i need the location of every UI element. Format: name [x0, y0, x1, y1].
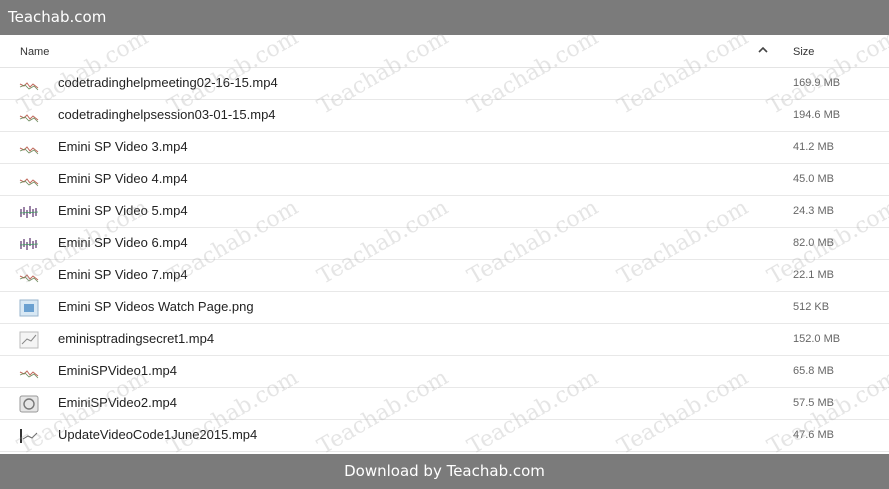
video-thumbnail-icon: [19, 427, 39, 445]
name-column-header[interactable]: Name: [20, 46, 49, 58]
video-thumbnail-icon: [19, 395, 39, 413]
file-row[interactable]: EminiSPVideo1.mp4 65.8 MB: [0, 356, 889, 388]
file-name[interactable]: Emini SP Video 4.mp4: [58, 171, 188, 186]
file-row[interactable]: Emini SP Videos Watch Page.png 512 KB: [0, 292, 889, 324]
file-name[interactable]: UpdateVideoCode1June2015.mp4: [58, 427, 257, 442]
file-list: codetradinghelpmeeting02-16-15.mp4 169.9 …: [0, 68, 889, 452]
image-file-icon: [19, 299, 39, 317]
file-size: 194.6 MB: [793, 109, 841, 121]
file-size: 65.8 MB: [793, 365, 834, 377]
size-column-header[interactable]: Size: [793, 46, 814, 58]
footer-bar: Download by Teachab.com: [0, 454, 889, 489]
file-name[interactable]: codetradinghelpsession03-01-15.mp4: [58, 107, 276, 122]
file-row[interactable]: EminiSPVideo2.mp4 57.5 MB: [0, 388, 889, 420]
sort-ascending-icon[interactable]: [758, 43, 768, 57]
file-row[interactable]: codetradinghelpmeeting02-16-15.mp4 169.9 …: [0, 68, 889, 100]
file-size: 57.5 MB: [793, 397, 834, 409]
video-thumbnail-icon: [19, 235, 39, 253]
file-name[interactable]: EminiSPVideo2.mp4: [58, 395, 177, 410]
video-thumbnail-icon: [19, 267, 39, 285]
title-bar: Teachab.com: [0, 0, 889, 35]
file-row[interactable]: codetradinghelpsession03-01-15.mp4 194.6 …: [0, 100, 889, 132]
file-size: 45.0 MB: [793, 173, 834, 185]
video-thumbnail-icon: [19, 331, 39, 349]
column-header: Name Size: [0, 35, 889, 68]
file-row[interactable]: UpdateVideoCode1June2015.mp4 47.6 MB: [0, 420, 889, 452]
file-size: 47.6 MB: [793, 429, 834, 441]
file-size: 22.1 MB: [793, 269, 834, 281]
video-thumbnail-icon: [19, 139, 39, 157]
file-name[interactable]: Emini SP Video 6.mp4: [58, 235, 188, 250]
video-thumbnail-icon: [19, 75, 39, 93]
file-name[interactable]: Emini SP Video 3.mp4: [58, 139, 188, 154]
file-size: 41.2 MB: [793, 141, 834, 153]
file-name[interactable]: codetradinghelpmeeting02-16-15.mp4: [58, 75, 278, 90]
video-thumbnail-icon: [19, 203, 39, 221]
file-size: 24.3 MB: [793, 205, 834, 217]
file-row[interactable]: eminisptradingsecret1.mp4 152.0 MB: [0, 324, 889, 356]
app-title: Teachab.com: [8, 8, 107, 26]
file-size: 82.0 MB: [793, 237, 834, 249]
video-thumbnail-icon: [19, 171, 39, 189]
file-name[interactable]: Emini SP Videos Watch Page.png: [58, 299, 254, 314]
file-row[interactable]: Emini SP Video 5.mp4 24.3 MB: [0, 196, 889, 228]
file-row[interactable]: Emini SP Video 3.mp4 41.2 MB: [0, 132, 889, 164]
file-name[interactable]: Emini SP Video 7.mp4: [58, 267, 188, 282]
file-size: 512 KB: [793, 301, 830, 313]
file-row[interactable]: Emini SP Video 7.mp4 22.1 MB: [0, 260, 889, 292]
file-row[interactable]: Emini SP Video 6.mp4 82.0 MB: [0, 228, 889, 260]
footer-text[interactable]: Download by Teachab.com: [344, 462, 545, 480]
file-size: 152.0 MB: [793, 333, 841, 345]
file-name[interactable]: Emini SP Video 5.mp4: [58, 203, 188, 218]
video-thumbnail-icon: [19, 363, 39, 381]
file-name[interactable]: eminisptradingsecret1.mp4: [58, 331, 214, 346]
video-thumbnail-icon: [19, 107, 39, 125]
file-name[interactable]: EminiSPVideo1.mp4: [58, 363, 177, 378]
file-size: 169.9 MB: [793, 77, 841, 89]
file-row[interactable]: Emini SP Video 4.mp4 45.0 MB: [0, 164, 889, 196]
